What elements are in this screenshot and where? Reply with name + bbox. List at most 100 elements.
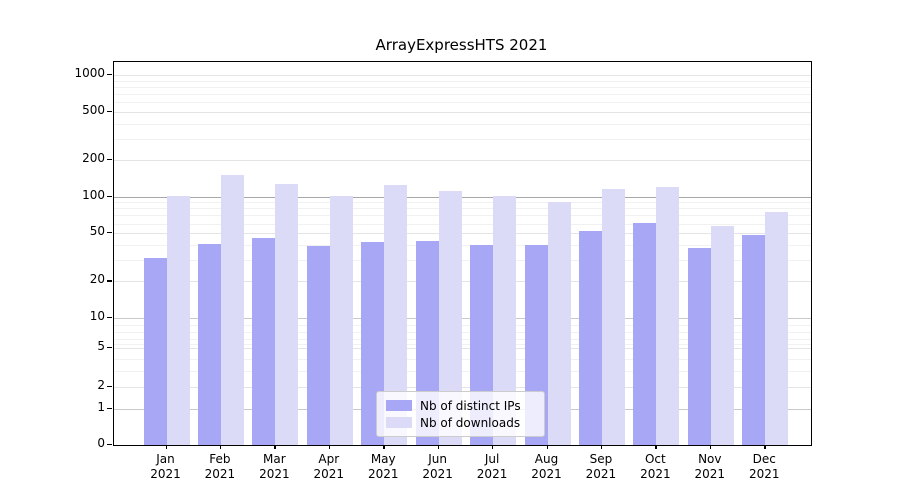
x-tick-mark [165,445,167,449]
gridline-minor [114,123,811,125]
x-tick-mark [764,445,766,449]
y-tick-label: 2 [97,377,105,392]
x-tick-label: Aug 2021 [517,452,577,482]
x-tick-year: 2021 [640,467,671,481]
bar-distinct-ips-apr [306,246,330,445]
x-tick-month: Mar [263,452,286,466]
bar-distinct-ips-nov [687,247,711,445]
y-tick-mark [107,73,112,75]
x-tick-month: Jan [156,452,175,466]
y-tick-mark [107,385,112,387]
x-tick-month: Oct [644,452,666,466]
x-tick-month: Jul [484,452,500,466]
bar-downloads-feb [220,175,244,445]
y-tick-label: 10 [89,309,105,323]
gridline-1000 [114,74,811,76]
x-tick-mark [655,445,657,449]
x-tick-mark [546,445,548,449]
x-tick-month: May [370,452,396,466]
x-tick-year: 2021 [585,467,617,481]
y-tick-mark [107,232,112,234]
legend: Nb of distinct IPs Nb of downloads [376,391,545,437]
x-tick-label: Jul 2021 [462,452,522,482]
plot-area [113,61,812,446]
bar-downloads-sep [601,189,625,445]
bar-downloads-mar [275,184,299,445]
gridline-minor [114,138,811,140]
x-tick-label: Jan 2021 [136,452,196,482]
x-tick-mark [274,445,276,449]
bar-distinct-ips-mar [252,237,276,445]
x-tick-year: 2021 [367,467,399,481]
y-tick-mark [107,195,112,197]
gridline-minor [114,215,811,217]
gridline-500 [114,111,811,113]
x-tick-mark [383,445,385,449]
x-tick-month: Dec [752,452,776,466]
y-tick-label: 500 [82,102,105,117]
x-tick-label: Dec 2021 [734,452,794,482]
bar-downloads-dec [765,211,789,445]
legend-swatch-downloads [386,417,412,428]
gridline-minor [114,202,811,204]
y-tick-label: 200 [82,150,105,165]
x-tick-year: 2021 [476,467,508,481]
x-tick-label: Jun 2021 [408,452,468,482]
x-tick-year: 2021 [531,467,562,481]
bar-distinct-ips-dec [742,235,766,445]
gridline-100 [114,196,811,198]
gridline-minor [114,80,811,82]
x-tick-year: 2021 [694,467,726,481]
y-tick-mark [107,158,112,160]
chart-canvas: ArrayExpressHTS 2021 1000 500 200 100 50 20 10… [0,0,900,500]
bar-distinct-ips-oct [633,222,657,445]
legend-label-downloads: Nb of downloads [420,415,521,430]
y-tick-mark [107,280,112,282]
x-tick-label: Feb 2021 [190,452,250,482]
x-tick-mark [437,445,439,449]
y-tick-label: 1 [97,400,105,414]
x-tick-year: 2021 [204,467,236,481]
x-tick-mark [219,445,222,449]
x-tick-year: 2021 [748,467,780,481]
x-tick-label: Mar 2021 [244,452,304,482]
x-tick-year: 2021 [422,467,453,481]
chart-title: ArrayExpressHTS 2021 [375,36,548,54]
y-tick-label: 0 [97,436,105,450]
gridline-minor [114,87,811,89]
gridline-200 [114,159,811,161]
x-tick-mark [600,445,603,449]
gridline-minor [114,94,811,96]
gridline-minor [114,102,811,104]
x-tick-year: 2021 [259,467,290,481]
y-tick-mark [107,444,112,446]
bar-downloads-nov [710,226,734,445]
x-tick-month: Sep [589,452,613,466]
bar-downloads-jan [166,195,190,445]
gridline-minor [114,223,811,225]
legend-label-distinct-ips: Nb of distinct IPs [420,398,521,413]
y-tick-mark [107,347,112,349]
y-tick-mark [107,110,112,112]
x-tick-label: Apr 2021 [299,452,359,482]
x-tick-label: May 2021 [353,452,413,482]
y-tick-label: 100 [82,187,105,202]
bar-distinct-ips-feb [197,243,221,445]
x-tick-label: Nov 2021 [680,452,740,482]
gridline-50 [114,233,811,235]
bar-downloads-aug [547,202,571,445]
x-tick-month: Jun [428,452,448,466]
x-tick-mark [709,445,712,449]
x-tick-label: Oct 2021 [625,452,685,482]
x-tick-year: 2021 [313,467,345,481]
legend-swatch-distinct-ips [386,400,412,411]
x-tick-month: Apr [318,452,340,466]
gridline-minor [114,208,811,210]
legend-entry-distinct-ips: Nb of distinct IPs [377,399,544,413]
x-tick-mark [492,445,494,449]
y-tick-mark [107,317,112,319]
x-tick-month: Feb [209,452,231,466]
bar-downloads-apr [329,195,353,445]
x-tick-mark [328,445,331,449]
x-tick-label: Sep 2021 [571,452,631,482]
